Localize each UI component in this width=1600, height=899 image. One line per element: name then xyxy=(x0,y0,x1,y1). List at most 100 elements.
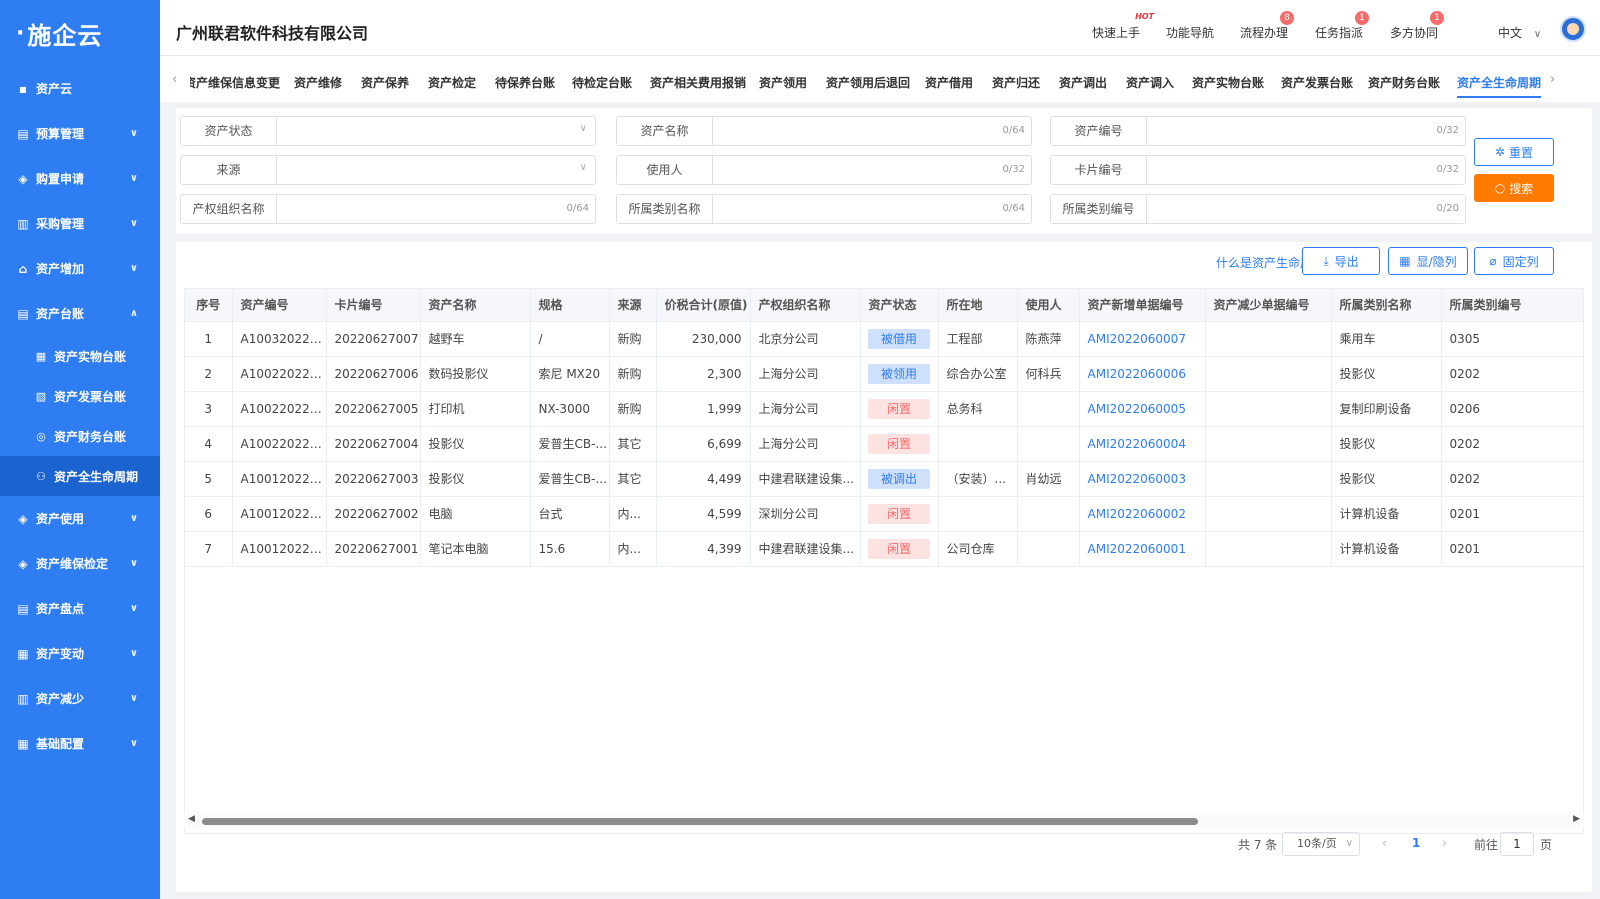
sidebar: · 施企云 ▪ 资产云 ▤ 预算管理 ∨ ◈ 购置申请 ∨ ▥ 采购管理 ∨ ⌂ 资产增加 ∨ ▤ 资产台账 ∧… xyxy=(0,0,160,899)
page-number-1[interactable]: 1 xyxy=(1412,836,1420,850)
scroll-right-icon[interactable]: ▶ xyxy=(1573,814,1580,824)
table-row[interactable]: 5 A100120220... 20220627003 投影仪 爱普生CB-... 其它 4… xyxy=(185,461,1583,497)
sidebar-item-1[interactable]: ▤ 预算管理 ∨ xyxy=(0,111,160,156)
tab-5[interactable]: 待检定台账 xyxy=(572,74,632,91)
tab-4[interactable]: 待保养台账 xyxy=(495,74,555,91)
table-cell: 复制印刷设备 xyxy=(1331,391,1442,427)
user-input[interactable]: 使用人 0/32 xyxy=(616,155,1032,185)
table-row[interactable]: 4 A100220220... 20220627004 投影仪 爱普生CB-... 其它 6… xyxy=(185,426,1583,462)
export-button[interactable]: ⤓ 导出 xyxy=(1302,247,1380,275)
table-cell[interactable]: AMI2022060006 xyxy=(1079,356,1206,392)
chevron-left-icon[interactable]: ‹ xyxy=(172,72,177,87)
sidebar-item-0[interactable]: ▪ 资产云 xyxy=(0,66,160,111)
table-cell[interactable]: AMI2022060004 xyxy=(1079,426,1206,462)
sidebar-item2-5[interactable]: ▦ 基础配置 ∨ xyxy=(0,721,160,766)
tab-16[interactable]: 资产全生命周期 xyxy=(1457,74,1542,98)
process-count-badge: 8 xyxy=(1280,11,1295,25)
org-name-input[interactable]: 产权组织名称 0/64 xyxy=(180,194,596,224)
tab-1[interactable]: 资产维修 xyxy=(294,74,342,91)
chevron-right-icon[interactable]: › xyxy=(1550,72,1555,87)
scroll-left-icon[interactable]: ◀ xyxy=(188,814,195,824)
table-cell: 20220627002 xyxy=(326,496,421,532)
sidebar-item-label: 资产维保检定 xyxy=(36,557,109,571)
source-label: 来源 xyxy=(181,156,277,184)
tab-0[interactable]: 资产维保信息变更 xyxy=(190,74,280,91)
scroll-thumb[interactable] xyxy=(202,818,1198,825)
tab-2[interactable]: 资产保养 xyxy=(361,74,409,91)
sidebar-subitem-1[interactable]: ▧ 资产发票台账 xyxy=(0,376,160,416)
tab-6[interactable]: 资产相关费用报销 xyxy=(650,74,746,91)
sidebar-item-4[interactable]: ⌂ 资产增加 ∨ xyxy=(0,246,160,291)
process-link[interactable]: 流程办理 8 xyxy=(1240,11,1295,41)
tab-8[interactable]: 资产领用后退回 xyxy=(826,74,910,91)
table-row[interactable]: 7 A100120220... 20220627001 笔记本电脑 15.6 内... 4,… xyxy=(185,531,1583,567)
collab-link[interactable]: 多方协同 1 xyxy=(1390,11,1445,41)
feature-nav-link[interactable]: 功能导航 xyxy=(1166,24,1214,41)
task-assign-link[interactable]: 任务指派 1 xyxy=(1315,11,1370,41)
sidebar-subitem-2[interactable]: ◎ 资产财务台账 xyxy=(0,416,160,456)
next-page-icon[interactable]: › xyxy=(1442,836,1447,850)
page-size-select[interactable]: 10条/页 ∨ xyxy=(1282,832,1360,856)
sidebar-item2-3[interactable]: ▦ 资产变动 ∨ xyxy=(0,631,160,676)
fix-columns-button[interactable]: ⌀ 固定列 xyxy=(1474,247,1554,275)
language-label: 中文 xyxy=(1498,26,1523,40)
page-jump-input[interactable]: 1 xyxy=(1500,832,1534,856)
sidebar-item-label: 资产变动 xyxy=(36,647,85,661)
status-select[interactable]: 资产状态 ∨ xyxy=(180,116,596,146)
table-cell: 其它 xyxy=(609,461,657,497)
avatar[interactable] xyxy=(1560,16,1586,42)
table-cell[interactable]: AMI2022060001 xyxy=(1079,531,1206,567)
collab-label: 多方协同 xyxy=(1390,26,1439,40)
sidebar-item-2[interactable]: ◈ 购置申请 ∨ xyxy=(0,156,160,201)
tab-10[interactable]: 资产归还 xyxy=(992,74,1040,91)
table-row[interactable]: 1 A100320220... 20220627007 越野车 / 新购 230,000 北京… xyxy=(185,321,1583,357)
tab-13[interactable]: 资产实物台账 xyxy=(1192,74,1264,91)
reset-button[interactable]: ✲ 重置 xyxy=(1474,138,1554,166)
status-badge: 被借用 xyxy=(868,328,930,349)
card-code-input[interactable]: 卡片编号 0/32 xyxy=(1050,155,1466,185)
quick-start-link[interactable]: 快速上手 HOT xyxy=(1092,12,1154,41)
sidebar-item2-4[interactable]: ▥ 资产减少 ∨ xyxy=(0,676,160,721)
sidebar-item2-1[interactable]: ◈ 资产维保检定 ∨ xyxy=(0,541,160,586)
tab-3[interactable]: 资产检定 xyxy=(428,74,476,91)
table-row[interactable]: 3 A100220220... 20220627005 打印机 NX-3000 新购 1,9… xyxy=(185,391,1583,427)
category-code-input[interactable]: 所属类别编号 0/20 xyxy=(1050,194,1466,224)
search-button[interactable]: ○ 搜索 xyxy=(1474,174,1554,202)
table-cell: 1,999 xyxy=(656,391,751,427)
logo[interactable]: · 施企云 xyxy=(0,0,160,66)
sidebar-item-label: 资产增加 xyxy=(36,262,85,276)
tab-15[interactable]: 资产财务台账 xyxy=(1368,74,1440,91)
collab-count-badge: 1 xyxy=(1430,11,1445,25)
tab-11[interactable]: 资产调出 xyxy=(1059,74,1107,91)
source-select[interactable]: 来源 ∨ xyxy=(180,155,596,185)
tab-7[interactable]: 资产领用 xyxy=(759,74,807,91)
sidebar-item-5[interactable]: ▤ 资产台账 ∧ xyxy=(0,291,160,336)
sidebar-item-3[interactable]: ▥ 采购管理 ∨ xyxy=(0,201,160,246)
sidebar-subitem-0[interactable]: ▦ 资产实物台账 xyxy=(0,336,160,376)
tab-14[interactable]: 资产发票台账 xyxy=(1281,74,1353,91)
toggle-columns-button[interactable]: ▦ 显/隐列 xyxy=(1388,247,1468,275)
table-cell: 被借用 xyxy=(860,321,939,357)
table-cell[interactable]: AMI2022060007 xyxy=(1079,321,1206,357)
sidebar-item2-2[interactable]: ▤ 资产盘点 ∨ xyxy=(0,586,160,631)
asset-code-input[interactable]: 资产编号 0/32 xyxy=(1050,116,1466,146)
sidebar-subitem-3[interactable]: ⚇ 资产全生命周期 xyxy=(0,456,160,496)
category-name-input[interactable]: 所属类别名称 0/64 xyxy=(616,194,1032,224)
table-cell[interactable]: AMI2022060002 xyxy=(1079,496,1206,532)
table-row[interactable]: 2 A100220220... 20220627006 数码投影仪 索尼 MX20 新购 2… xyxy=(185,356,1583,392)
asset-name-input[interactable]: 资产名称 0/64 xyxy=(616,116,1032,146)
sidebar-item2-0[interactable]: ◈ 资产使用 ∨ xyxy=(0,496,160,541)
table-cell[interactable]: AMI2022060005 xyxy=(1079,391,1206,427)
tab-12[interactable]: 资产调入 xyxy=(1126,74,1174,91)
table-row[interactable]: 6 A100120220... 20220627002 电脑 台式 内... 4,599 深圳… xyxy=(185,496,1583,532)
horizontal-scrollbar[interactable]: ◀ ▶ xyxy=(184,814,1584,828)
tab-9[interactable]: 资产借用 xyxy=(925,74,973,91)
clipboard-icon: ▥ xyxy=(17,216,29,231)
language-select[interactable]: 中文 ∨ xyxy=(1498,24,1541,41)
prev-page-icon[interactable]: ‹ xyxy=(1382,836,1387,850)
logo-text: 施企云 xyxy=(27,21,103,50)
table-cell: 上海分公司 xyxy=(750,391,861,427)
table-cell[interactable]: AMI2022060003 xyxy=(1079,461,1206,497)
table-cell: 中建君联建设集... xyxy=(750,531,861,567)
chevron-down-icon: ∨ xyxy=(129,558,138,569)
